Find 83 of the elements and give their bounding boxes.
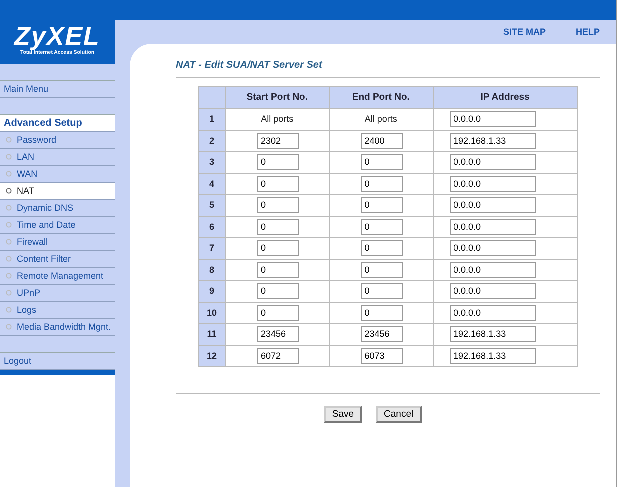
input-field[interactable]: 0.0.0.0 <box>450 197 536 214</box>
sidebar-item[interactable]: LAN <box>0 149 115 166</box>
sidebar-item[interactable]: Media Bandwidth Mgnt. <box>0 319 115 336</box>
input-field[interactable]: 192.168.1.33 <box>450 132 536 149</box>
input-field[interactable]: 0.0.0.0 <box>450 240 536 256</box>
radio-icon <box>6 290 12 296</box>
radio-icon <box>6 256 12 262</box>
page-title: NAT - Edit SUA/NAT Server Set <box>176 60 324 71</box>
sidebar-item[interactable]: Remote Management <box>0 268 115 285</box>
row-number: 5 <box>198 194 226 216</box>
input-field[interactable]: 6072 <box>257 348 299 364</box>
row-number: 8 <box>198 259 226 280</box>
input-field[interactable]: 0 <box>257 283 299 300</box>
input-field[interactable]: 0 <box>360 218 403 235</box>
input-field[interactable]: 0.0.0.0 <box>450 283 536 300</box>
table-cell: All ports <box>226 108 330 130</box>
input-field[interactable]: 0 <box>360 197 403 214</box>
sidebar-item[interactable]: Content Filter <box>0 251 115 268</box>
row-number: 11 <box>198 324 226 345</box>
input-field[interactable]: 2302 <box>257 132 299 149</box>
input-field[interactable]: 0 <box>360 240 403 256</box>
row-number: 12 <box>198 345 226 366</box>
radio-icon <box>6 324 12 330</box>
input-field[interactable]: 6073 <box>360 348 403 364</box>
input-field[interactable]: 0 <box>257 176 299 192</box>
input-field[interactable]: 0.0.0.0 <box>450 154 536 170</box>
input-field[interactable]: 0 <box>257 304 299 321</box>
sidebar-item[interactable]: Dynamic DNS <box>0 200 115 217</box>
sidebar-item[interactable]: Logs <box>0 302 115 319</box>
column-header: End Port No. <box>329 86 434 108</box>
input-field[interactable]: 192.168.1.33 <box>450 348 536 364</box>
input-field[interactable]: 23456 <box>257 326 299 342</box>
radio-icon <box>6 154 12 160</box>
row-number: 3 <box>198 152 226 173</box>
input-field[interactable]: 0 <box>360 304 403 321</box>
radio-icon <box>6 137 12 143</box>
input-field[interactable]: 0.0.0.0 <box>450 304 536 321</box>
sidebar-item[interactable]: Firewall <box>0 234 115 251</box>
row-number: 10 <box>198 302 226 324</box>
form-button[interactable]: Cancel <box>376 406 422 423</box>
header-cell <box>198 86 226 108</box>
sidebar-item[interactable]: WAN <box>0 166 115 183</box>
form-button[interactable]: Save <box>324 406 362 423</box>
input-field[interactable]: 0.0.0.0 <box>450 218 536 235</box>
sidebar-item[interactable]: Password <box>0 132 115 149</box>
row-number: 1 <box>198 108 226 130</box>
input-field[interactable]: 0.0.0.0 <box>450 111 536 128</box>
input-field[interactable]: 23456 <box>360 326 403 342</box>
input-field[interactable]: 0 <box>360 283 403 300</box>
row-number: 4 <box>198 173 226 194</box>
input-field[interactable]: 2400 <box>360 132 403 149</box>
input-field[interactable]: 0 <box>360 262 403 278</box>
input-field[interactable]: 0.0.0.0 <box>450 176 536 192</box>
radio-icon <box>6 239 12 245</box>
radio-icon <box>6 171 12 177</box>
radio-icon <box>6 205 12 211</box>
radio-icon <box>6 273 12 279</box>
header-link[interactable]: HELP <box>576 27 600 37</box>
column-header: IP Address <box>433 86 578 108</box>
logo: ZyXEL <box>14 22 100 50</box>
row-number: 6 <box>198 216 226 238</box>
sidebar-item[interactable]: UPnP <box>0 285 115 302</box>
sidebar-item[interactable]: Time and Date <box>0 217 115 234</box>
radio-icon <box>6 222 12 228</box>
input-field[interactable]: 0 <box>257 197 299 214</box>
row-number: 2 <box>198 130 226 152</box>
input-field[interactable]: 0 <box>360 176 403 192</box>
input-field[interactable]: 0 <box>257 218 299 235</box>
row-number: 7 <box>198 238 226 259</box>
input-field[interactable]: 0 <box>360 154 403 170</box>
table-cell: All ports <box>329 108 434 130</box>
header-link[interactable]: SITE MAP <box>503 27 546 37</box>
radio-icon <box>6 188 12 194</box>
main-menu-link[interactable]: Main Menu <box>0 81 115 98</box>
logout-link[interactable]: Logout <box>0 353 115 370</box>
row-number: 9 <box>198 280 226 302</box>
input-field[interactable]: 0 <box>257 262 299 278</box>
input-field[interactable]: 0 <box>257 240 299 256</box>
input-field[interactable]: 0.0.0.0 <box>450 262 536 278</box>
column-header: Start Port No. <box>226 86 330 108</box>
input-field[interactable]: 192.168.1.33 <box>450 326 536 342</box>
input-field[interactable]: 0 <box>257 154 299 170</box>
radio-icon <box>6 307 12 313</box>
